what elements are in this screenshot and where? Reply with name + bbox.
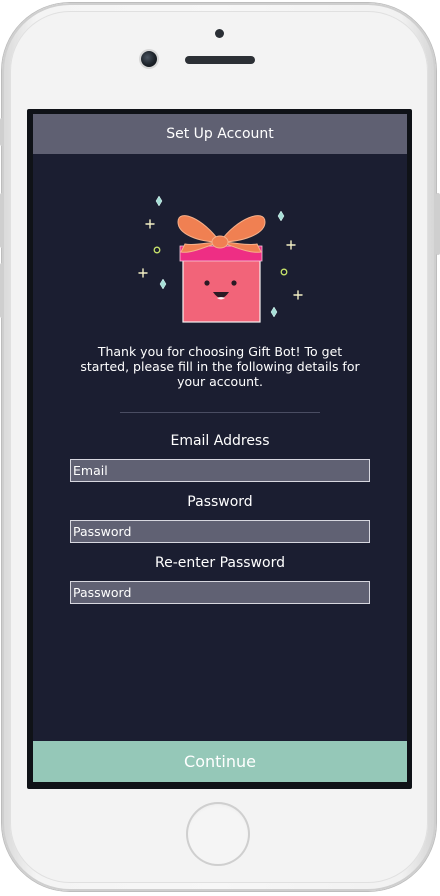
password-field[interactable]: [70, 520, 370, 543]
power-button: [436, 193, 440, 255]
divider: [120, 412, 320, 413]
proximity-sensor: [215, 29, 224, 38]
earpiece-speaker: [185, 56, 255, 64]
front-camera-icon: [141, 51, 157, 67]
home-button[interactable]: [186, 802, 250, 866]
confirm-password-field[interactable]: [70, 581, 370, 604]
password-label: Password: [187, 494, 253, 510]
gift-box-smiling-icon: [138, 195, 303, 323]
email-label: Email Address: [170, 433, 270, 449]
ribbon-bow-icon: [177, 215, 266, 253]
email-field[interactable]: [70, 459, 370, 482]
mute-switch: [0, 118, 4, 146]
volume-down-button: [0, 263, 4, 318]
app-screen: Set Up Account Thank you for choosing Gi…: [33, 114, 407, 782]
page-title: Set Up Account: [33, 114, 407, 154]
volume-up-button: [0, 193, 4, 248]
intro-text: Thank you for choosing Gift Bot! To get …: [80, 344, 360, 389]
continue-button[interactable]: Continue: [33, 741, 407, 782]
confirm-password-label: Re-enter Password: [155, 555, 285, 571]
